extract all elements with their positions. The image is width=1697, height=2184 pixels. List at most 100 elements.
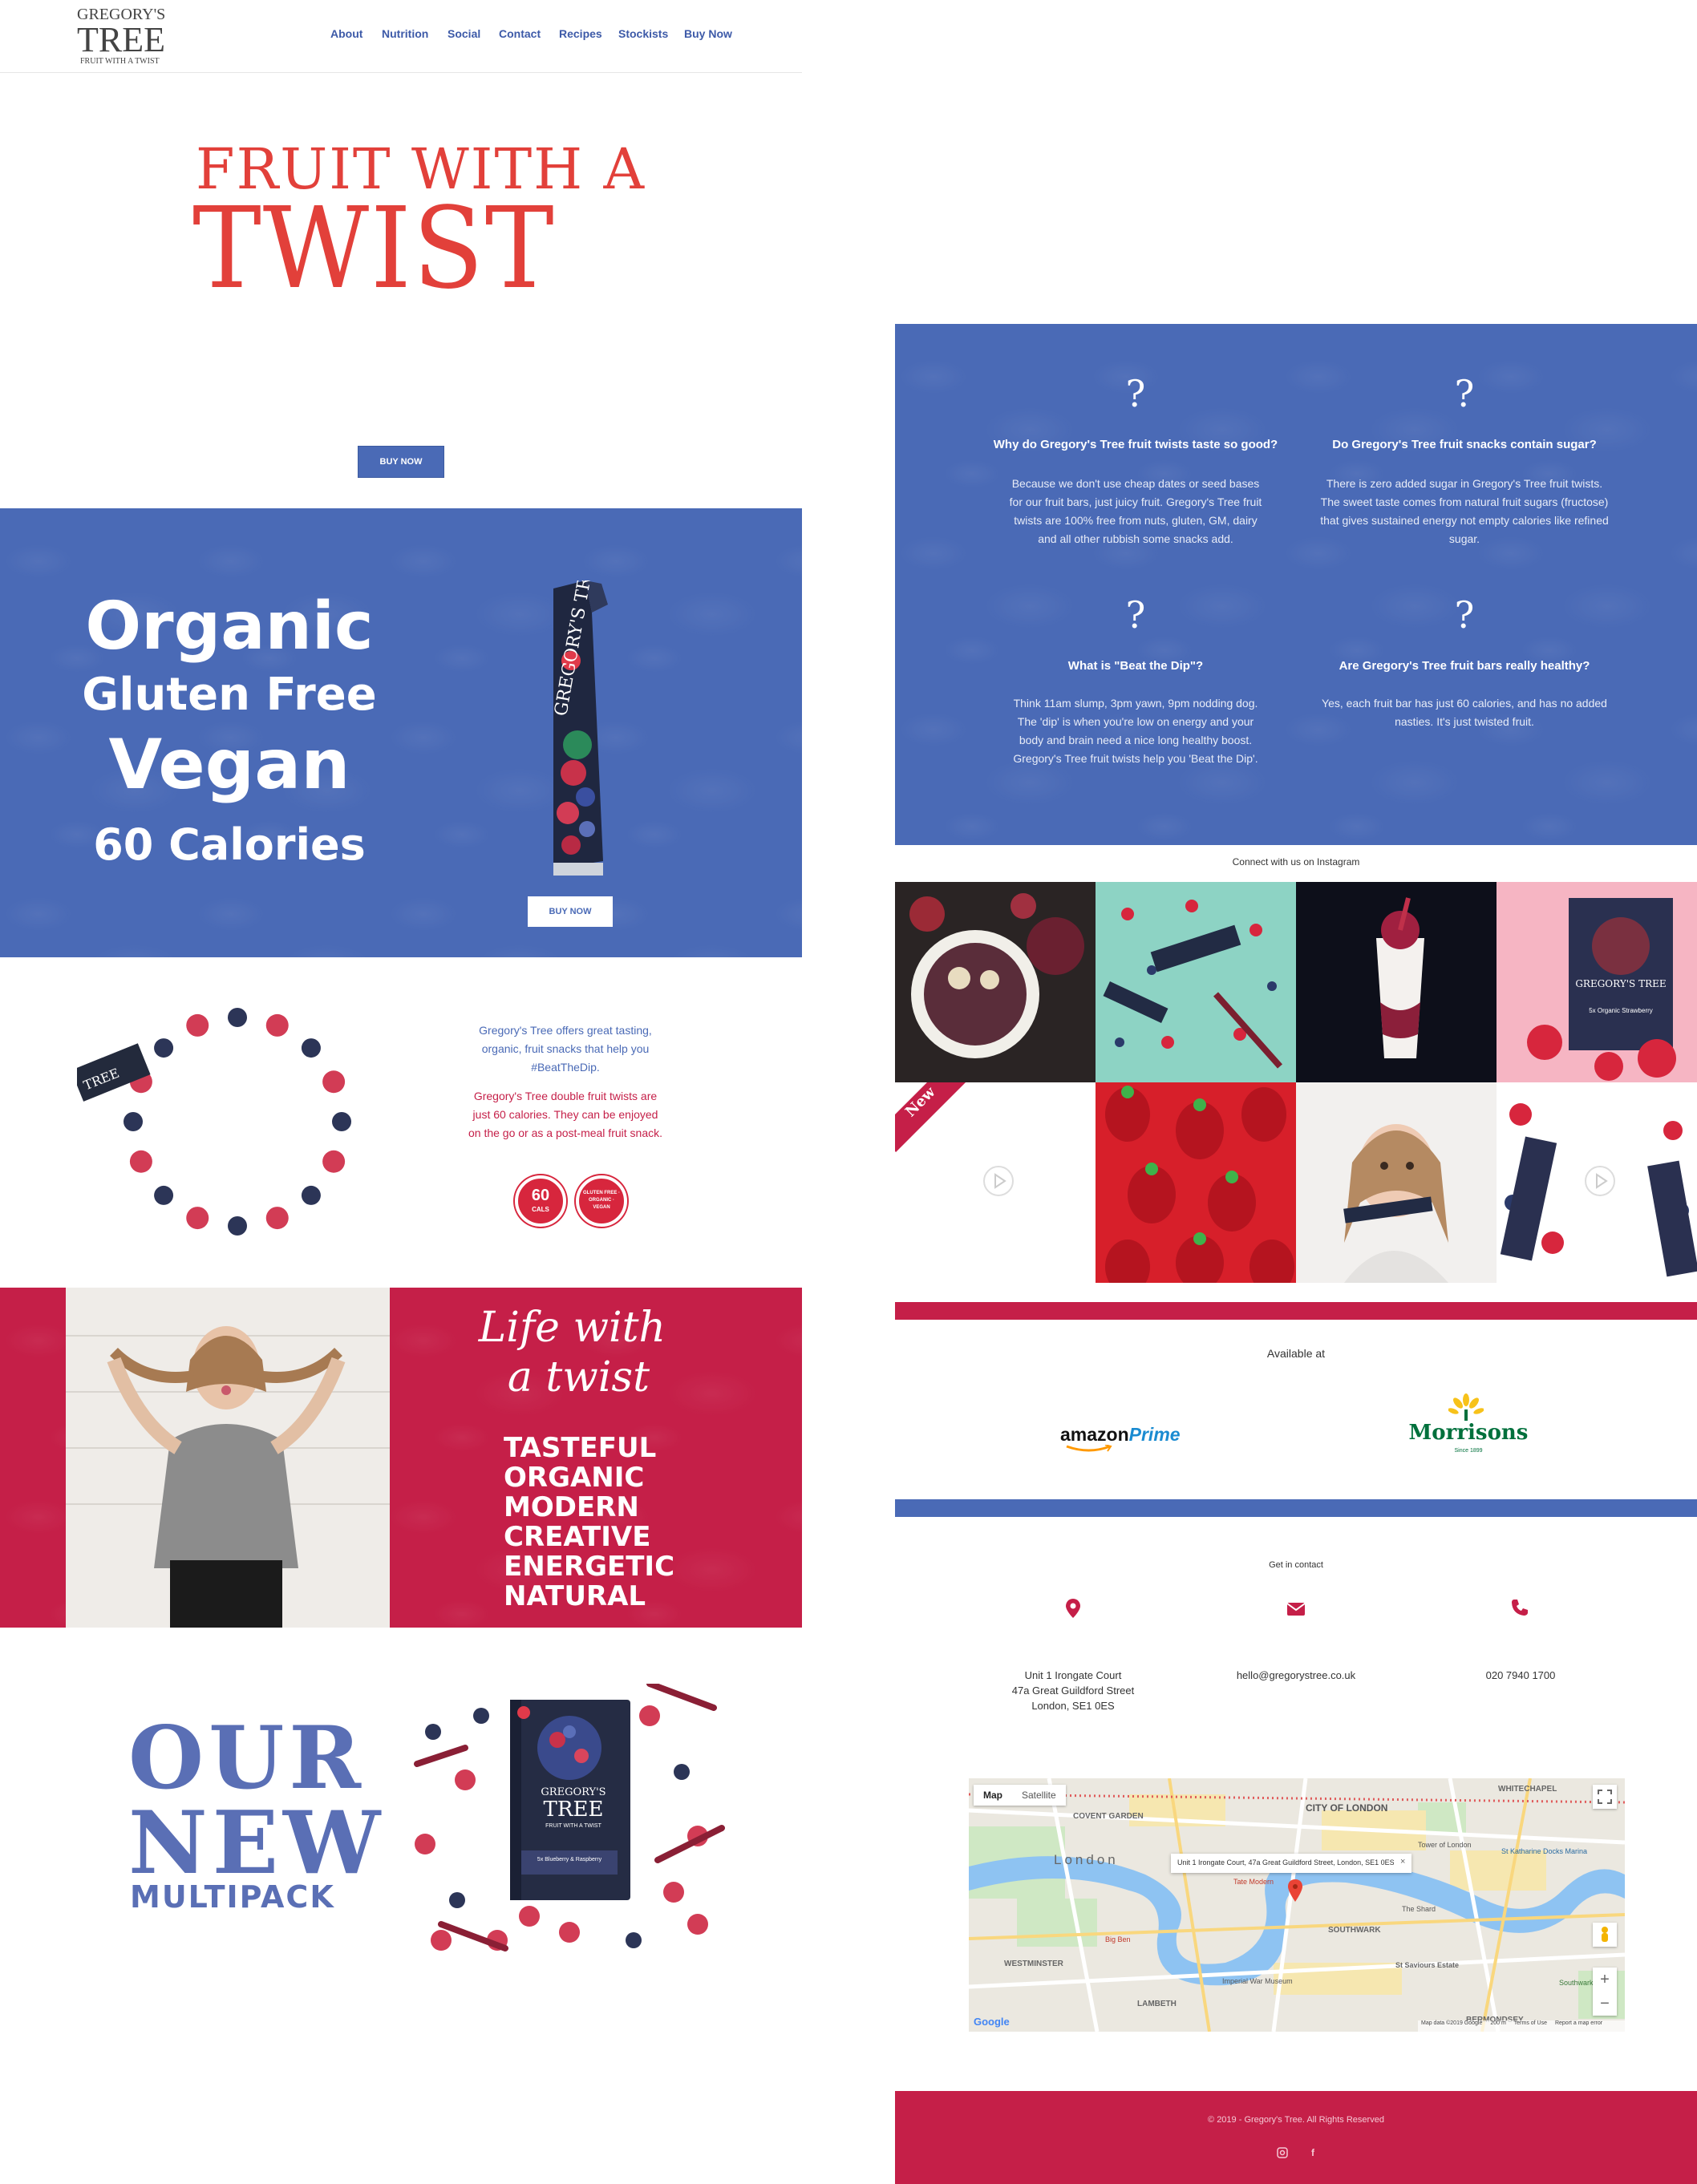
zoom-in-button[interactable]: + (1593, 1968, 1617, 1992)
contact-phone[interactable]: 020 7940 1700 (1424, 1668, 1617, 1683)
instagram-icon[interactable] (1277, 2147, 1288, 2158)
calories-badge: 60 CALS (515, 1175, 566, 1227)
faq-title-3: What is "Beat the Dip"? (1067, 659, 1204, 673)
map-label: Tate Modern (1233, 1878, 1274, 1886)
life-word: TASTEFUL (504, 1432, 657, 1464)
life-script-line2: a twist (507, 1353, 650, 1401)
feature-vegan: Vegan (108, 725, 350, 805)
faq-body-4: Yes, each fruit bar has just 60 calories… (1322, 697, 1607, 728)
question-icon: ? (1454, 593, 1475, 637)
map-label: LAMBETH (1137, 2000, 1177, 2008)
instagram-post[interactable] (1296, 1082, 1497, 1283)
footer-copyright: © 2019 - Gregory's Tree. All Rights Rese… (1208, 2115, 1384, 2125)
map-terms[interactable]: Terms of Use (1514, 2020, 1547, 2026)
intro-red-text: Gregory's Tree double fruit twists are j… (468, 1090, 662, 1139)
logo[interactable]: GREGORY'S TREE FRUIT WITH A TWIST (77, 5, 173, 66)
raspberry (431, 1930, 452, 1951)
site-footer: © 2019 - Gregory's Tree. All Rights Rese… (895, 2091, 1697, 2184)
woman-photo (66, 1288, 390, 1628)
map-label: WHITECHAPEL (1498, 1785, 1557, 1794)
contact-email[interactable]: hello@gregorystree.co.uk (1200, 1668, 1392, 1683)
map-tab-satellite[interactable]: Satellite (1012, 1785, 1066, 1806)
calories-badge-label: CALS (532, 1206, 549, 1213)
map-info-text: Unit 1 Irongate Court, 47a Great Guildfo… (1177, 1858, 1394, 1867)
facebook-icon[interactable]: f (1307, 2147, 1318, 2158)
map-label: CITY OF LONDON (1306, 1802, 1388, 1814)
map-label: London (1054, 1852, 1119, 1867)
stockists-top-bar (895, 1302, 1697, 1320)
raspberry (322, 1150, 346, 1173)
raspberry (519, 1906, 540, 1927)
faq-section: ? Why do Gregory's Tree fruit twists tas… (895, 324, 1697, 845)
raspberry (129, 1150, 152, 1173)
nav-recipes[interactable]: Recipes (559, 27, 602, 40)
life-word: ENERGETIC (504, 1551, 675, 1583)
contact-heading: Get in contact (1269, 1560, 1323, 1570)
nav-social[interactable]: Social (448, 27, 480, 40)
zoom-control: + − (1593, 1968, 1617, 2016)
instagram-post[interactable] (895, 882, 1096, 1082)
faq-title-4: Are Gregory's Tree fruit bars really hea… (1339, 659, 1590, 673)
morrisons-logo[interactable]: Morrisons Since 1899 (1408, 1393, 1529, 1458)
instagram-video-post[interactable]: New (895, 1082, 1096, 1283)
raspberry (559, 1922, 580, 1943)
instagram-post[interactable] (1096, 882, 1296, 1082)
life-script-line1: Life with (478, 1304, 666, 1352)
blueberry (228, 1008, 247, 1027)
features-band: Organic Gluten Free Vegan 60 Calories GR… (0, 508, 802, 957)
map-label: WESTMINSTER (1004, 1960, 1063, 1968)
life-word: MODERN (504, 1491, 639, 1523)
address-line: Unit 1 Irongate Court (1024, 1669, 1122, 1681)
email-icon (1286, 1602, 1306, 1616)
hero-buy-now-button[interactable]: BUY NOW (358, 446, 444, 478)
map-report-error[interactable]: Report a map error (1555, 2020, 1602, 2026)
multipack-image: GREGORY'S TREE FRUIT WITH A TWIST 5x Blu… (409, 1680, 730, 1972)
raspberry (455, 1769, 476, 1790)
map-label: SOUTHWARK (1328, 1926, 1381, 1935)
raspberry (322, 1070, 346, 1094)
raspberry (415, 1834, 435, 1854)
life-word: NATURAL (504, 1580, 646, 1612)
blueberry (301, 1038, 321, 1058)
blueberry (674, 1764, 690, 1780)
instagram-video-post[interactable] (1497, 1082, 1697, 1283)
prime-wordmark: Prime (1128, 1424, 1181, 1445)
faq-title-1: Why do Gregory's Tree fruit twists taste… (993, 438, 1278, 451)
zoom-out-button[interactable]: − (1593, 1992, 1617, 2016)
map-attribution: Map data ©2019 Google (1421, 2020, 1483, 2026)
instagram-post[interactable] (1296, 882, 1497, 1082)
google-map[interactable]: Map Satellite Unit 1 Irongate Court, 47a … (969, 1778, 1625, 2032)
close-icon[interactable]: × (1400, 1857, 1405, 1867)
multipack-title-line3: MULTIPACK (130, 1879, 335, 1915)
map-tab-map[interactable]: Map (974, 1785, 1012, 1806)
faq-body-2: There is zero added sugar in Gregory's T… (1320, 477, 1609, 545)
map-pin-icon[interactable] (1288, 1879, 1302, 1902)
multipack-box-tagline: FRUIT WITH A TWIST (545, 1823, 601, 1829)
blueberry (124, 1112, 143, 1131)
nav-contact[interactable]: Contact (499, 27, 541, 40)
raspberry (639, 1705, 660, 1726)
life-words: TASTEFUL ORGANIC MODERN CREATIVE ENERGET… (504, 1434, 696, 1612)
diet-badge-label: GLUTEN FREE · ORGANIC · VEGAN (583, 1191, 620, 1210)
nav-nutrition[interactable]: Nutrition (382, 27, 428, 40)
address-line: London, SE1 0ES (1031, 1700, 1115, 1712)
intro-blue-text: Gregory's Tree offers great tasting, org… (479, 1024, 652, 1074)
pegman-icon[interactable] (1593, 1923, 1617, 1947)
fruit-twist (414, 1745, 468, 1767)
site-header: GREGORY'S TREE FRUIT WITH A TWIST About … (0, 0, 802, 73)
google-logo: Google (974, 2016, 1010, 2028)
nav-buy-now[interactable]: Buy Now (684, 27, 732, 40)
instagram-post[interactable]: GREGORY'S TREE 5x Organic Strawberry (1497, 882, 1697, 1082)
nav-stockists[interactable]: Stockists (618, 27, 668, 40)
logo-main: TREE (77, 20, 165, 59)
diet-badge: GLUTEN FREE · ORGANIC · VEGAN (576, 1175, 627, 1227)
feature-calories: 60 Calories (93, 819, 366, 870)
instagram-post[interactable] (1096, 1082, 1296, 1283)
blueberry (473, 1708, 489, 1724)
features-buy-now-button[interactable]: BUY NOW (528, 896, 613, 927)
contact-address: Unit 1 Irongate Court 47a Great Guildfor… (977, 1668, 1169, 1713)
amazon-prime-logo[interactable]: amazonPrime (1060, 1424, 1205, 1453)
fullscreen-icon[interactable] (1593, 1785, 1617, 1809)
nav-about[interactable]: About (330, 27, 362, 40)
raspberry (663, 1882, 684, 1903)
